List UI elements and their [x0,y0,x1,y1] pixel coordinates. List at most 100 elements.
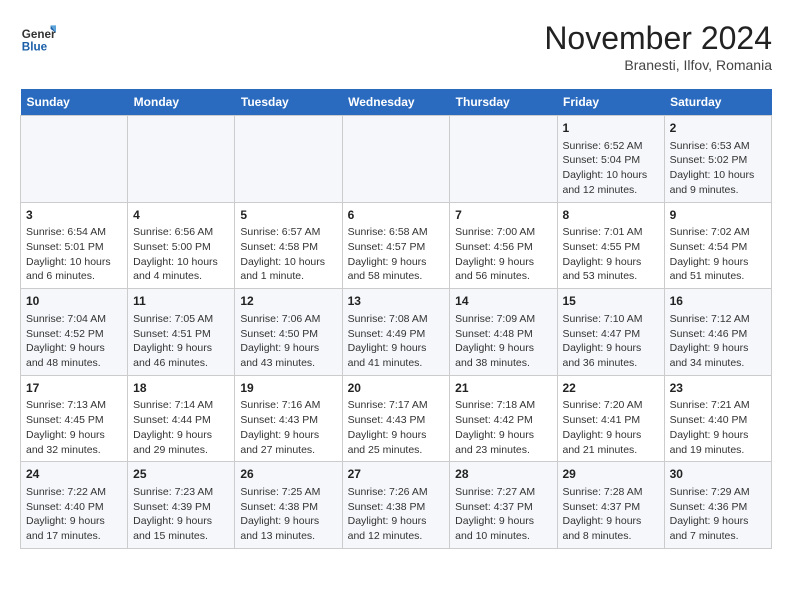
day-number: 21 [455,380,551,397]
day-info-text: Sunrise: 7:17 AM [348,398,445,413]
day-info-text: Daylight: 10 hours and 1 minute. [240,255,336,284]
day-info-text: Sunset: 4:43 PM [348,413,445,428]
day-cell [450,116,557,203]
day-number: 25 [133,466,229,483]
day-number: 30 [670,466,766,483]
day-info-text: Sunset: 4:37 PM [455,500,551,515]
day-info-text: Daylight: 9 hours and 51 minutes. [670,255,766,284]
day-cell: 15Sunrise: 7:10 AMSunset: 4:47 PMDayligh… [557,289,664,376]
day-info-text: Sunrise: 6:54 AM [26,225,122,240]
day-info-text: Sunrise: 6:52 AM [563,139,659,154]
day-info-text: Sunset: 4:40 PM [670,413,766,428]
week-row-3: 10Sunrise: 7:04 AMSunset: 4:52 PMDayligh… [21,289,772,376]
day-info-text: Sunrise: 7:23 AM [133,485,229,500]
column-header-wednesday: Wednesday [342,89,450,116]
week-row-4: 17Sunrise: 7:13 AMSunset: 4:45 PM Dayligh… [21,375,772,462]
day-info-text: Sunset: 4:57 PM [348,240,445,255]
day-info-text: Sunrise: 7:29 AM [670,485,766,500]
day-cell: 16Sunrise: 7:12 AMSunset: 4:46 PMDayligh… [664,289,771,376]
day-number: 8 [563,207,659,224]
day-info-text: Sunset: 4:54 PM [670,240,766,255]
day-info-text: Sunset: 4:39 PM [133,500,229,515]
day-info-text: Sunrise: 6:57 AM [240,225,336,240]
day-info-text: Daylight: 9 hours and 41 minutes. [348,341,445,370]
day-info-text: Daylight: 9 hours and 36 minutes. [563,341,659,370]
day-cell: 3Sunrise: 6:54 AMSunset: 5:01 PMDaylight… [21,202,128,289]
day-info-text: Daylight: 9 hours and 15 minutes. [133,514,229,543]
day-number: 24 [26,466,122,483]
day-number: 4 [133,207,229,224]
header: General Blue November 2024 Branesti, Ilf… [20,20,772,73]
day-cell: 2Sunrise: 6:53 AMSunset: 5:02 PMDaylight… [664,116,771,203]
day-info-text: Sunset: 4:42 PM [455,413,551,428]
day-number: 1 [563,120,659,137]
day-info-text: Daylight: 9 hours and 7 minutes. [670,514,766,543]
day-info-text: Sunrise: 7:13 AM [26,398,122,413]
day-cell: 26Sunrise: 7:25 AMSunset: 4:38 PMDayligh… [235,462,342,549]
day-info-text: Sunset: 4:43 PM [240,413,336,428]
day-info-text: Sunrise: 7:27 AM [455,485,551,500]
day-info-text: Daylight: 10 hours and 12 minutes. [563,168,659,197]
day-info-text: Sunset: 4:49 PM [348,327,445,342]
day-info-text: Daylight: 9 hours and 34 minutes. [670,341,766,370]
day-info-text: Daylight: 9 hours and 53 minutes. [563,255,659,284]
day-number: 2 [670,120,766,137]
day-cell: 11Sunrise: 7:05 AMSunset: 4:51 PMDayligh… [128,289,235,376]
column-header-thursday: Thursday [450,89,557,116]
svg-text:General: General [22,28,56,41]
day-cell: 13Sunrise: 7:08 AMSunset: 4:49 PMDayligh… [342,289,450,376]
day-info-text: Sunrise: 7:12 AM [670,312,766,327]
day-number: 20 [348,380,445,397]
day-info-text: Sunrise: 7:10 AM [563,312,659,327]
day-cell: 30Sunrise: 7:29 AMSunset: 4:36 PMDayligh… [664,462,771,549]
day-number: 12 [240,293,336,310]
day-info-text: Sunset: 5:00 PM [133,240,229,255]
day-number: 14 [455,293,551,310]
day-info-text: Sunrise: 7:22 AM [26,485,122,500]
day-number: 22 [563,380,659,397]
day-cell: 25 Sunrise: 7:23 AMSunset: 4:39 PMDayligh… [128,462,235,549]
day-info-text: Sunset: 4:37 PM [563,500,659,515]
day-info-text: Daylight: 9 hours and 46 minutes. [133,341,229,370]
day-cell: 19Sunrise: 7:16 AMSunset: 4:43 PMDayligh… [235,375,342,462]
week-row-5: 24 Sunrise: 7:22 AMSunset: 4:40 PM Dayligh… [21,462,772,549]
day-info-text: Sunrise: 7:21 AM [670,398,766,413]
day-info-text: Sunset: 4:50 PM [240,327,336,342]
day-cell: 27Sunrise: 7:26 AMSunset: 4:38 PMDayligh… [342,462,450,549]
day-info-text: Sunrise: 6:53 AM [670,139,766,154]
day-info-text: Sunset: 4:41 PM [563,413,659,428]
day-number: 28 [455,466,551,483]
day-info-text: Sunset: 4:38 PM [240,500,336,515]
day-number: 19 [240,380,336,397]
day-cell: 14Sunrise: 7:09 AMSunset: 4:48 PMDayligh… [450,289,557,376]
day-info-text: Daylight: 9 hours and 58 minutes. [348,255,445,284]
day-cell [128,116,235,203]
day-info-text: Daylight: 9 hours and 29 minutes. [133,428,229,457]
day-cell: 20Sunrise: 7:17 AMSunset: 4:43 PMDayligh… [342,375,450,462]
day-info-text: Daylight: 9 hours and 21 minutes. [563,428,659,457]
day-info-text: Daylight: 9 hours and 48 minutes. [26,341,122,370]
day-cell: 21Sunrise: 7:18 AMSunset: 4:42 PMDayligh… [450,375,557,462]
day-info-text: Sunset: 4:45 PM [26,413,122,428]
day-info-text: Daylight: 10 hours and 4 minutes. [133,255,229,284]
day-number: 7 [455,207,551,224]
day-info-text: Sunset: 4:58 PM [240,240,336,255]
day-info-text: Sunrise: 6:56 AM [133,225,229,240]
day-cell [235,116,342,203]
day-number: 17 [26,380,122,397]
day-info-text: Sunset: 4:46 PM [670,327,766,342]
day-info-text: Daylight: 9 hours and 8 minutes. [563,514,659,543]
day-info-text: Sunset: 4:40 PM [26,500,122,515]
day-number: 11 [133,293,229,310]
svg-text:Blue: Blue [22,41,48,54]
day-info-text: Sunset: 4:44 PM [133,413,229,428]
day-number: 29 [563,466,659,483]
day-info-text: Sunrise: 7:09 AM [455,312,551,327]
week-row-1: 1Sunrise: 6:52 AMSunset: 5:04 PMDaylight… [21,116,772,203]
day-number: 9 [670,207,766,224]
week-row-2: 3Sunrise: 6:54 AMSunset: 5:01 PMDaylight… [21,202,772,289]
day-cell: 10Sunrise: 7:04 AMSunset: 4:52 PMDayligh… [21,289,128,376]
calendar-table: SundayMondayTuesdayWednesdayThursdayFrid… [20,89,772,549]
day-info-text: Daylight: 9 hours and 38 minutes. [455,341,551,370]
logo-icon: General Blue [20,20,56,56]
